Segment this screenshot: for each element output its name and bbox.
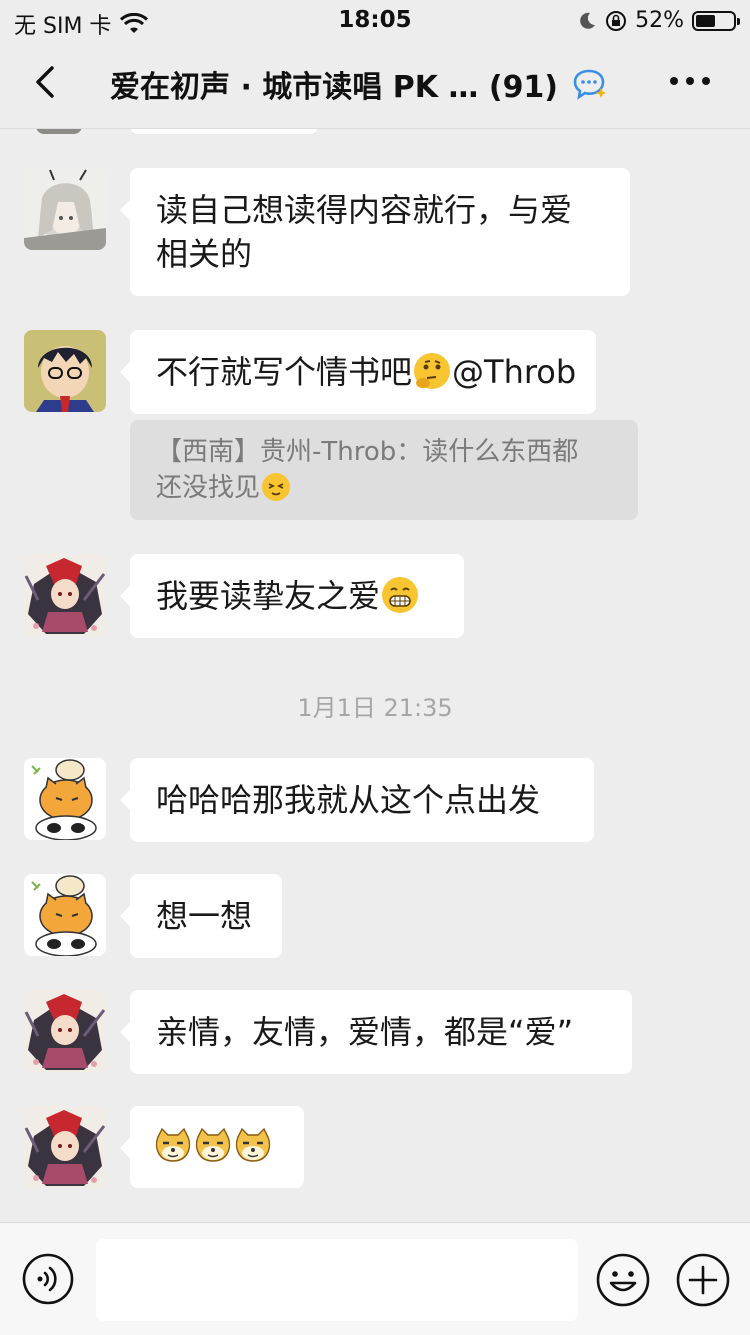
status-bar: 无 SIM 卡 18:05 52%	[0, 0, 750, 40]
message-item	[24, 1106, 304, 1188]
avatar[interactable]	[24, 330, 106, 412]
message-bubble[interactable]: 不行就写个情书吧 @Throb	[120, 330, 596, 414]
message-item: 不行就写个情书吧 @Throb	[24, 330, 596, 414]
message-item: 我要读挚友之爱	[24, 554, 464, 638]
battery-fill	[696, 14, 715, 27]
quoted-message[interactable]: 【西南】贵州-Throb：读什么东西都 还没找见	[130, 420, 638, 520]
chat-bubble-icon[interactable]	[572, 68, 610, 102]
battery-icon	[692, 10, 740, 31]
chat-title[interactable]: 爱在初声 · 城市读唱 PK … (91)	[110, 62, 580, 106]
message-item: 哈哈哈那我就从这个点出发	[24, 758, 594, 842]
message-bubble[interactable]: 哈哈哈那我就从这个点出发	[120, 758, 594, 842]
grinning-face-icon	[382, 577, 419, 613]
avatar-red-hair-icon	[24, 990, 106, 1072]
mention-text[interactable]: @Throb	[452, 353, 576, 391]
doge-icon	[154, 1127, 192, 1163]
quote-text: 【西南】贵州-Throb：读什么东西都	[156, 437, 579, 467]
message-bubble[interactable]: 想一想	[120, 874, 282, 958]
message-item: 亲情，友情，爱情，都是“爱”	[24, 990, 632, 1074]
message-bubble[interactable]	[120, 1106, 304, 1188]
voice-icon[interactable]	[22, 1253, 74, 1305]
message-input[interactable]	[96, 1239, 578, 1321]
avatar-red-hair-icon	[24, 1106, 106, 1188]
chevron-left-icon[interactable]	[28, 62, 68, 102]
message-text: 亲情，友情，爱情，都是“爱”	[156, 1013, 574, 1051]
avatar[interactable]	[24, 1106, 106, 1188]
doge-icon	[234, 1127, 272, 1163]
message-text: 读自己想读得内容就行，与爱	[156, 191, 573, 229]
message-text: 不行就写个情书吧	[156, 353, 413, 391]
message-text: 我要读挚友之爱	[156, 577, 381, 615]
chat-area[interactable]: 读自己想读得内容就行，与爱 相关的 不行就写个情书吧 @Throb 【西南】贵州-…	[0, 128, 750, 1222]
message-bubble[interactable]: 我要读挚友之爱	[120, 554, 464, 638]
battery-percent: 52%	[635, 8, 684, 33]
status-right: 52%	[577, 8, 740, 33]
rotation-lock-icon	[606, 10, 627, 31]
thinking-face-icon	[414, 353, 451, 389]
squinting-face-icon	[262, 473, 291, 501]
nav-bar: 爱在初声 · 城市读唱 PK … (91)	[0, 40, 750, 129]
more-dots-icon[interactable]	[670, 66, 718, 96]
moon-icon	[580, 12, 596, 29]
message-item: 想一想	[24, 874, 282, 958]
message-text: 相关的	[156, 235, 253, 273]
message-bubble[interactable]: 亲情，友情，爱情，都是“爱”	[120, 990, 632, 1074]
plus-icon[interactable]	[676, 1253, 730, 1307]
doge-icon	[194, 1127, 232, 1163]
avatar-red-hair-icon	[24, 554, 106, 636]
avatar-cat-icon	[24, 874, 106, 956]
avatar-white-hair-icon	[24, 168, 106, 250]
message-text: 哈哈哈那我就从这个点出发	[156, 781, 541, 819]
avatar-conan-icon	[24, 330, 106, 412]
message-text: 想一想	[156, 897, 253, 935]
quote-text: 还没找见	[156, 473, 261, 503]
avatar[interactable]	[24, 168, 106, 250]
avatar-cat-icon	[24, 758, 106, 840]
avatar[interactable]	[24, 990, 106, 1072]
message-item: 读自己想读得内容就行，与爱 相关的	[24, 168, 630, 296]
input-bar	[0, 1222, 750, 1335]
message-bubble[interactable]: 读自己想读得内容就行，与爱 相关的	[120, 168, 630, 296]
emoji-icon[interactable]	[596, 1253, 650, 1307]
timestamp: 1月1日 21:35	[297, 694, 453, 722]
avatar[interactable]	[24, 874, 106, 956]
avatar[interactable]	[24, 758, 106, 840]
avatar[interactable]	[24, 554, 106, 636]
